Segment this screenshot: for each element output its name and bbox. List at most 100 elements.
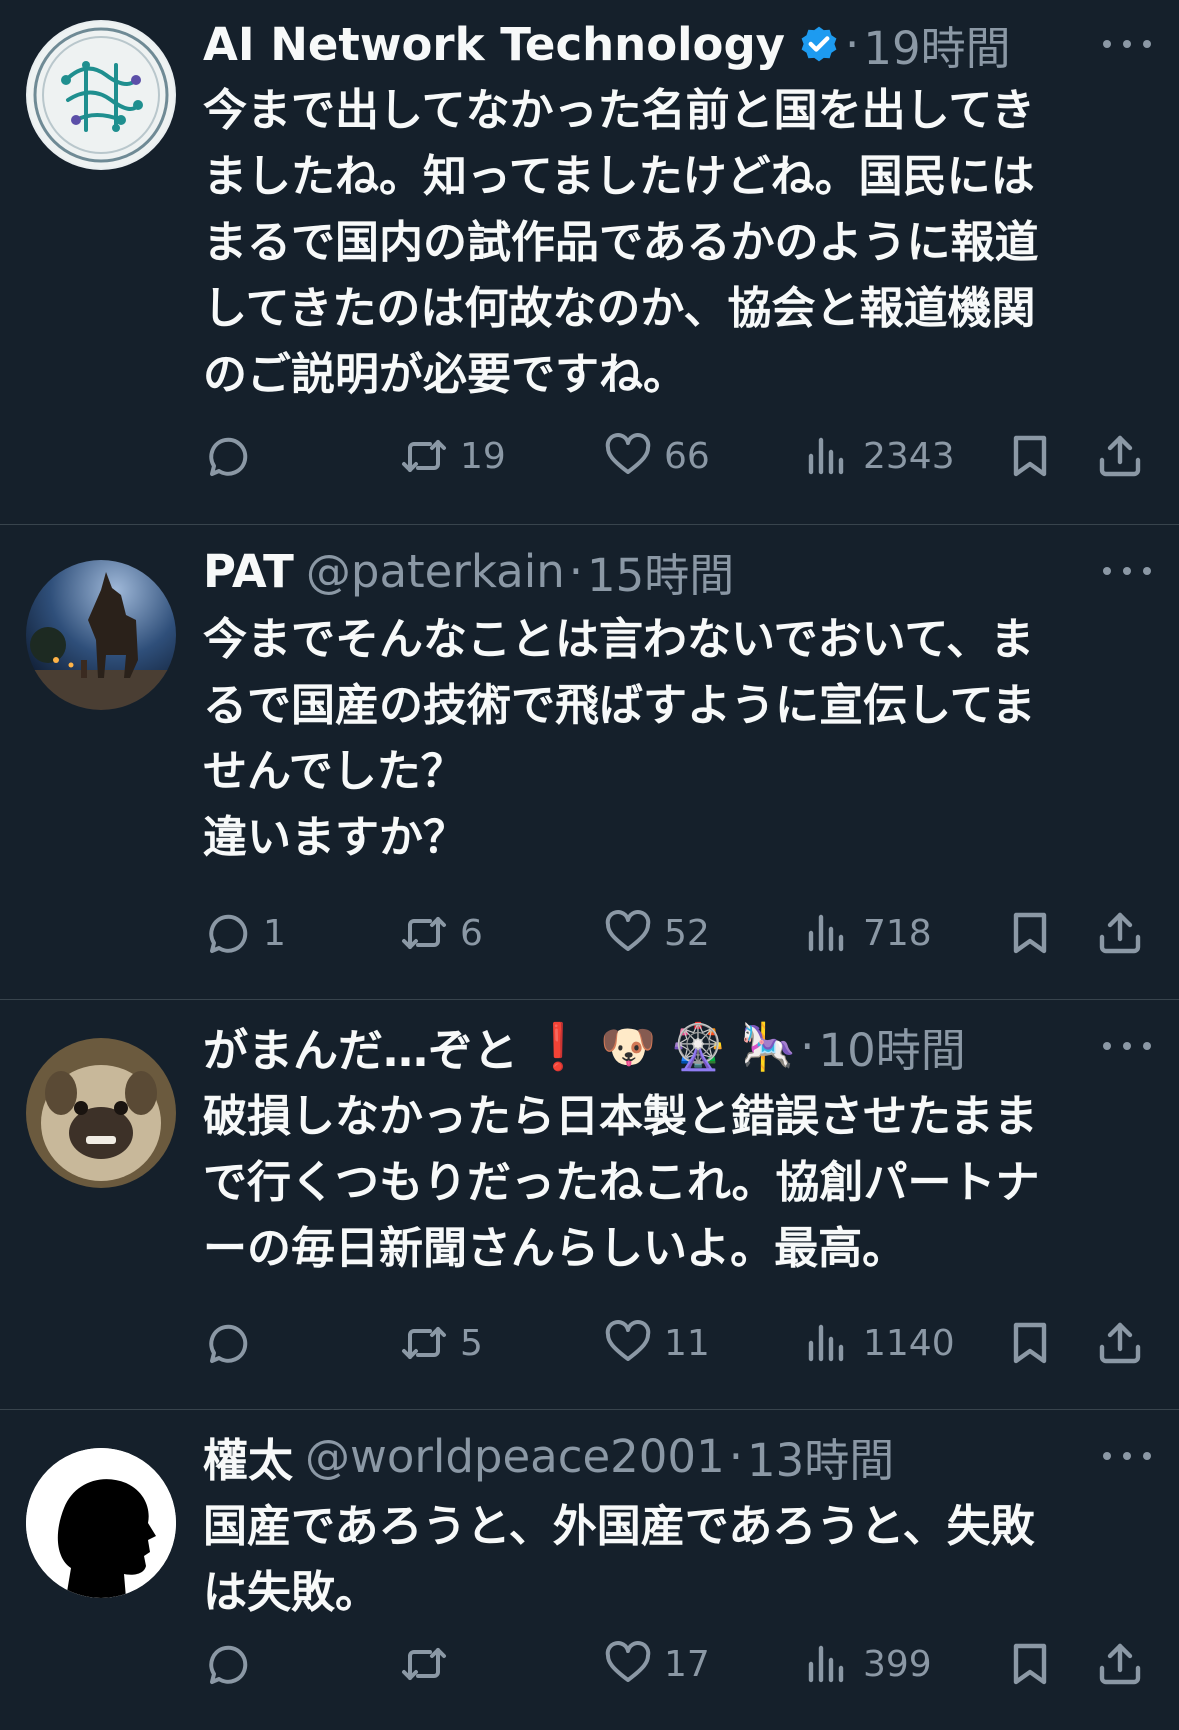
retweet-button[interactable]: 19 <box>400 432 506 480</box>
tweet-text: 今まで出してなかった名前と国を出してき ましたね。知ってましたけどね。国民には … <box>203 85 1039 400</box>
silhouette-avatar-icon <box>26 1448 176 1598</box>
circuit-logo-icon <box>28 22 174 168</box>
retweet-button[interactable] <box>400 1640 460 1688</box>
like-count: 17 <box>664 1643 710 1685</box>
tweet-header: がまんだ…ぞと ❗ 🐶 🎡 🎠 · 10時間 <box>203 1014 1149 1079</box>
action-bar: 19 66 2343 <box>203 426 1159 486</box>
share-button[interactable] <box>1096 1319 1144 1367</box>
views-button[interactable]: 2343 <box>803 432 955 480</box>
bookmark-button[interactable] <box>1006 909 1054 957</box>
reply-button[interactable] <box>203 1640 263 1688</box>
tweet[interactable]: PAT @paterkain · 15時間 今までそんなことは言わないでおいて、… <box>0 525 1179 1000</box>
view-count: 1140 <box>863 1322 955 1364</box>
separator-dot: · <box>728 1429 744 1483</box>
user-handle[interactable]: @paterkain <box>306 545 565 598</box>
tweet-header: AI Network Technology · 19時間 <box>203 12 1149 77</box>
reply-button[interactable] <box>203 432 263 480</box>
action-bar: 1 6 52 718 <box>203 903 1159 963</box>
tweet[interactable]: 權太 @worldpeace2001 · 13時間 国産であろうと、外国産であろ… <box>0 1410 1179 1730</box>
user-handle[interactable]: @worldpeace2001 <box>305 1430 725 1483</box>
tweet[interactable]: がまんだ…ぞと ❗ 🐶 🎡 🎠 · 10時間 破損しなかったら日本製と錯誤させた… <box>0 1000 1179 1410</box>
reply-feed: AI Network Technology · 19時間 今まで出してなかった名… <box>0 0 1179 1730</box>
retweet-icon <box>400 1640 448 1688</box>
timestamp[interactable]: 10時間 <box>818 1014 965 1079</box>
views-icon <box>803 432 851 480</box>
bookmark-button[interactable] <box>1006 1319 1054 1367</box>
exclamation-emoji: ❗ <box>530 1019 587 1073</box>
avatar[interactable] <box>26 1448 176 1598</box>
pug-photo-icon <box>26 1038 176 1188</box>
more-icon[interactable] <box>1103 1016 1151 1076</box>
timestamp[interactable]: 15時間 <box>587 539 734 604</box>
retweet-count: 5 <box>460 1322 483 1364</box>
avatar[interactable] <box>26 560 176 710</box>
reply-icon <box>203 1319 251 1367</box>
separator-dot: · <box>568 544 584 598</box>
name-emojis: ❗ 🐶 🎡 🎠 <box>530 1020 796 1073</box>
views-icon <box>803 1319 851 1367</box>
timestamp[interactable]: 13時間 <box>747 1424 894 1489</box>
reply-button[interactable] <box>203 1319 263 1367</box>
reply-button[interactable]: 1 <box>203 909 286 957</box>
ferris-wheel-emoji: 🎡 <box>670 1019 727 1073</box>
share-button[interactable] <box>1096 909 1144 957</box>
bookmark-button[interactable] <box>1006 432 1054 480</box>
views-icon <box>803 1640 851 1688</box>
tweet-text: 破損しなかったら日本製と錯誤させたまま で行くつもりだったねこれ。協創パートナ … <box>203 1091 1040 1274</box>
display-name[interactable]: 權太 <box>203 1424 293 1489</box>
tweet-text: 今までそんなことは言わないでおいて、ま るで国産の技術で飛ばすように宣伝してま … <box>203 614 1036 863</box>
retweet-icon <box>400 432 448 480</box>
action-bar: 17 399 <box>203 1634 1159 1694</box>
carousel-horse-emoji: 🎠 <box>740 1019 797 1073</box>
bookmark-icon <box>1006 1640 1054 1688</box>
reply-icon <box>203 909 251 957</box>
views-button[interactable]: 399 <box>803 1640 932 1688</box>
trojan-horse-photo-icon <box>26 560 176 710</box>
share-icon <box>1096 909 1144 957</box>
share-button[interactable] <box>1096 432 1144 480</box>
reply-count: 1 <box>263 912 286 954</box>
avatar[interactable] <box>26 20 176 170</box>
display-name[interactable]: PAT <box>203 545 294 598</box>
display-name[interactable]: AI Network Technology <box>203 18 785 71</box>
like-count: 66 <box>664 435 710 477</box>
more-icon[interactable] <box>1103 1426 1151 1486</box>
retweet-icon <box>400 1319 448 1367</box>
bookmark-icon <box>1006 1319 1054 1367</box>
action-bar: 5 11 1140 <box>203 1313 1159 1373</box>
bookmark-button[interactable] <box>1006 1640 1054 1688</box>
retweet-button[interactable]: 6 <box>400 909 483 957</box>
more-icon[interactable] <box>1103 14 1151 74</box>
share-icon <box>1096 1640 1144 1688</box>
retweet-count: 19 <box>460 435 506 477</box>
like-icon <box>604 432 652 480</box>
views-button[interactable]: 718 <box>803 909 932 957</box>
display-name[interactable]: がまんだ…ぞと <box>203 1014 518 1079</box>
retweet-button[interactable]: 5 <box>400 1319 483 1367</box>
tweet-text: 国産であろうと、外国産であろうと、失敗 は失敗。 <box>203 1501 1035 1618</box>
tweet[interactable]: AI Network Technology · 19時間 今まで出してなかった名… <box>0 0 1179 525</box>
like-icon <box>604 1640 652 1688</box>
like-count: 52 <box>664 912 710 954</box>
like-icon <box>604 909 652 957</box>
separator-dot: · <box>845 17 860 71</box>
reply-icon <box>203 1640 251 1688</box>
like-button[interactable]: 17 <box>604 1640 710 1688</box>
like-button[interactable]: 66 <box>604 432 710 480</box>
share-button[interactable] <box>1096 1640 1144 1688</box>
like-count: 11 <box>664 1322 710 1364</box>
like-icon <box>604 1319 652 1367</box>
timestamp[interactable]: 19時間 <box>863 12 1010 77</box>
like-button[interactable]: 11 <box>604 1319 710 1367</box>
share-icon <box>1096 1319 1144 1367</box>
retweet-count: 6 <box>460 912 483 954</box>
view-count: 399 <box>863 1643 932 1685</box>
like-button[interactable]: 52 <box>604 909 710 957</box>
view-count: 2343 <box>863 435 955 477</box>
view-count: 718 <box>863 912 932 954</box>
bookmark-icon <box>1006 909 1054 957</box>
dog-emoji: 🐶 <box>600 1019 657 1073</box>
views-button[interactable]: 1140 <box>803 1319 955 1367</box>
avatar[interactable] <box>26 1038 176 1188</box>
more-icon[interactable] <box>1103 541 1151 601</box>
